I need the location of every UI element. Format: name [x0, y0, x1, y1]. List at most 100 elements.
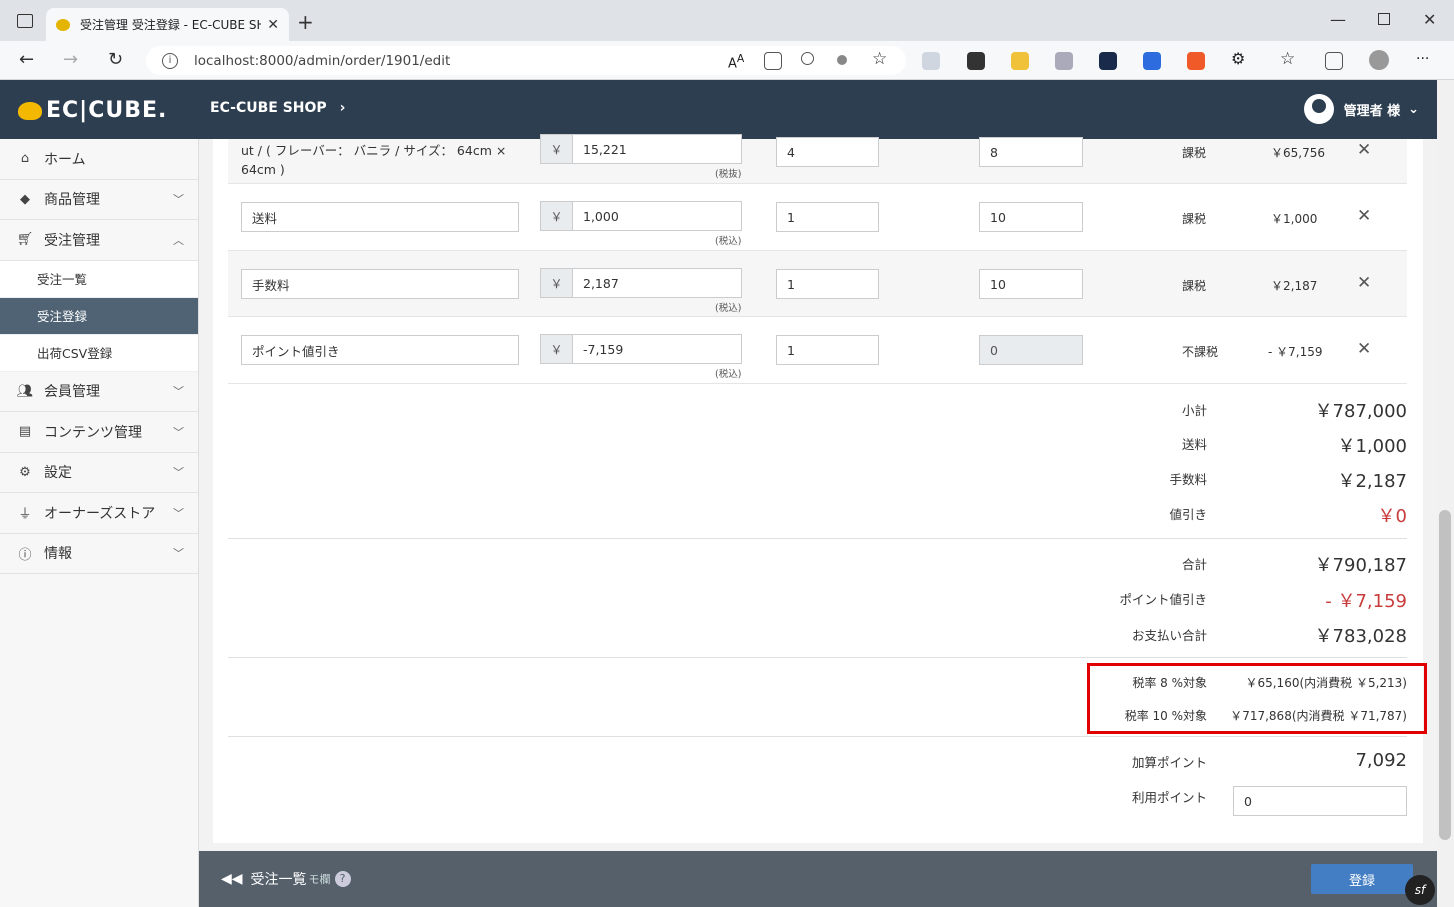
shipping-label: 送料 — [1181, 437, 1207, 452]
extension-6-icon[interactable] — [1187, 52, 1205, 70]
tax-type: 課税 — [1182, 146, 1207, 160]
price-currency: ￥ — [540, 134, 573, 164]
more-menu-icon[interactable]: ··· — [1416, 51, 1434, 69]
subtotal-label: 小計 — [1181, 403, 1207, 418]
tax-rate-input[interactable]: 10 — [979, 269, 1083, 299]
item-name-input[interactable]: 手数料 — [241, 269, 519, 299]
discount-label: 値引き — [1169, 507, 1207, 522]
minimize-icon[interactable]: — — [1330, 10, 1346, 29]
sidebar-item-label: コンテンツ管理 — [44, 424, 142, 441]
sidebar-item-home[interactable]: ⌂ ホーム — [0, 139, 198, 180]
browser-tab[interactable]: 受注管理 受注登録 - EC-CUBE SH ✕ — [46, 8, 289, 41]
extension-5-icon[interactable] — [1143, 52, 1161, 70]
back-to-order-list-link[interactable]: ◀◀ 受注一覧 モ欄 ? — [221, 869, 351, 889]
sidebar-item-label: 情報 — [44, 546, 72, 563]
extension-4-icon[interactable] — [1099, 52, 1117, 70]
delete-icon[interactable]: ✕ — [1357, 273, 1371, 293]
register-button[interactable]: 登録 — [1311, 864, 1413, 894]
line-amount: ￥2,187 — [1271, 279, 1318, 293]
new-tab-icon[interactable]: + — [297, 10, 314, 34]
delete-icon[interactable]: ✕ — [1357, 206, 1371, 226]
sidebar-item-orders[interactable]: 🛒︎ 受注管理 ︿ — [0, 220, 198, 261]
price-currency: ￥ — [540, 268, 573, 298]
tab-title: 受注管理 受注登録 - EC-CUBE SH — [80, 18, 262, 32]
sidebar-item-products[interactable]: ◆ 商品管理 ﹀ — [0, 180, 198, 220]
sidebar-subitem-order-register[interactable]: 受注登録 — [0, 297, 198, 335]
profile-switch-icon[interactable] — [837, 55, 847, 65]
tab-actions-icon[interactable] — [17, 14, 33, 28]
sidebar-item-customers[interactable]: 👥︎ 会員管理 ﹀ — [0, 372, 198, 412]
add-point-value: 7,092 — [1355, 750, 1407, 771]
tax-rate-input[interactable]: 8 — [979, 137, 1083, 167]
price-currency: ￥ — [540, 201, 573, 231]
sidebar-subitem-shipping-csv[interactable]: 出荷CSV登録 — [0, 334, 198, 372]
back-icon[interactable]: ← — [19, 49, 34, 70]
product-name: ut / ( フレーバー： バニラ / サイズ： 64cm × 64cm ) — [241, 143, 507, 177]
sidebar-item-info[interactable]: ⓘ 情報 ﹀ — [0, 534, 198, 574]
extension-1-icon[interactable] — [922, 52, 940, 70]
sidebar-subitem-order-list[interactable]: 受注一覧 — [0, 260, 198, 298]
zoom-icon[interactable] — [801, 52, 814, 65]
shop-name-link[interactable]: EC-CUBE SHOP › — [210, 100, 345, 116]
app-header: EC|CUBE. EC-CUBE SHOP › 管理者 様 ⌄ — [0, 80, 1437, 139]
tax-type: 課税 — [1182, 212, 1207, 226]
back-label: 受注一覧 — [250, 872, 307, 888]
delete-icon[interactable]: ✕ — [1357, 339, 1371, 359]
favicon-icon — [56, 18, 70, 31]
favorite-add-icon[interactable]: ☆ — [872, 49, 890, 69]
total-label: 合計 — [1181, 557, 1207, 572]
price-input[interactable]: 2,187 — [572, 268, 742, 298]
close-window-icon[interactable]: ✕ — [1423, 10, 1436, 29]
close-tab-icon[interactable]: ✕ — [267, 17, 279, 33]
tax-type: 不課税 — [1182, 345, 1219, 359]
extension-3-icon[interactable] — [1055, 52, 1073, 70]
address-bar: ← → ↻ i localhost:8000/admin/order/1901/… — [0, 41, 1454, 80]
user-menu[interactable]: 管理者 様 ⌄ — [1303, 94, 1419, 124]
tax-note: (税込) — [715, 236, 742, 247]
sidebar-item-contents[interactable]: ▤ コンテンツ管理 ﹀ — [0, 412, 198, 453]
line-amount: ￥1,000 — [1271, 212, 1318, 226]
symfony-toolbar-icon[interactable]: sf — [1405, 875, 1435, 905]
maximize-icon[interactable] — [1378, 13, 1390, 25]
price-input[interactable]: -7,159 — [572, 334, 742, 364]
forward-icon[interactable]: → — [63, 49, 78, 70]
help-icon[interactable]: ? — [334, 871, 351, 887]
quantity-input[interactable]: 1 — [776, 335, 879, 365]
sidebar-item-label: ホーム — [44, 151, 86, 168]
sidebar-item-owners-store[interactable]: ⏚ オーナーズストア ﹀ — [0, 493, 198, 534]
quantity-input[interactable]: 1 — [776, 202, 879, 232]
reader-icon[interactable] — [764, 52, 782, 70]
favorites-icon[interactable]: ☆ — [1280, 49, 1298, 69]
subtotal-value: ￥787,000 — [1314, 401, 1407, 422]
memo-label: モ欄 — [308, 873, 331, 886]
price-input[interactable]: 15,221 — [572, 134, 742, 164]
ec-cube-logo[interactable]: EC|CUBE. — [18, 98, 167, 123]
sidebar-item-label: 設定 — [44, 465, 72, 482]
site-info-icon[interactable]: i — [162, 52, 178, 69]
tax-rate-input[interactable]: 10 — [979, 202, 1083, 232]
logo-egg-icon — [18, 101, 42, 120]
price-input[interactable]: 1,000 — [572, 201, 742, 231]
point-discount-label: ポイント値引き — [1119, 592, 1207, 607]
refresh-icon[interactable]: ↻ — [108, 49, 123, 70]
sidebar-item-settings[interactable]: ⚙ 設定 ﹀ — [0, 453, 198, 493]
item-name-input[interactable]: ポイント値引き — [241, 335, 519, 365]
file-icon: ▤ — [18, 424, 32, 440]
read-aloud-icon[interactable]: AA — [728, 52, 746, 71]
sidebar-item-label: 会員管理 — [44, 384, 100, 401]
scrollbar-thumb[interactable] — [1439, 510, 1451, 840]
item-name-input[interactable]: 送料 — [241, 202, 519, 232]
extension-2-icon[interactable] — [967, 52, 985, 70]
use-point-input[interactable]: 0 — [1233, 786, 1407, 816]
quantity-input[interactable]: 1 — [776, 269, 879, 299]
folder-icon[interactable] — [1011, 52, 1029, 70]
scrollbar[interactable] — [1437, 80, 1454, 907]
delete-icon[interactable]: ✕ — [1357, 140, 1371, 160]
chevron-right-icon: › — [339, 100, 346, 116]
extensions-icon[interactable]: ⚙ — [1231, 49, 1249, 68]
order-item-row: ポイント値引き ￥ -7,159 (税込) 1 0 不課税 - ￥7,159 ✕ — [228, 317, 1407, 384]
url-field[interactable]: i localhost:8000/admin/order/1901/edit — [146, 46, 906, 75]
quantity-input[interactable]: 4 — [776, 137, 879, 167]
profile-avatar-icon[interactable] — [1369, 50, 1389, 70]
collections-icon[interactable] — [1325, 52, 1343, 70]
